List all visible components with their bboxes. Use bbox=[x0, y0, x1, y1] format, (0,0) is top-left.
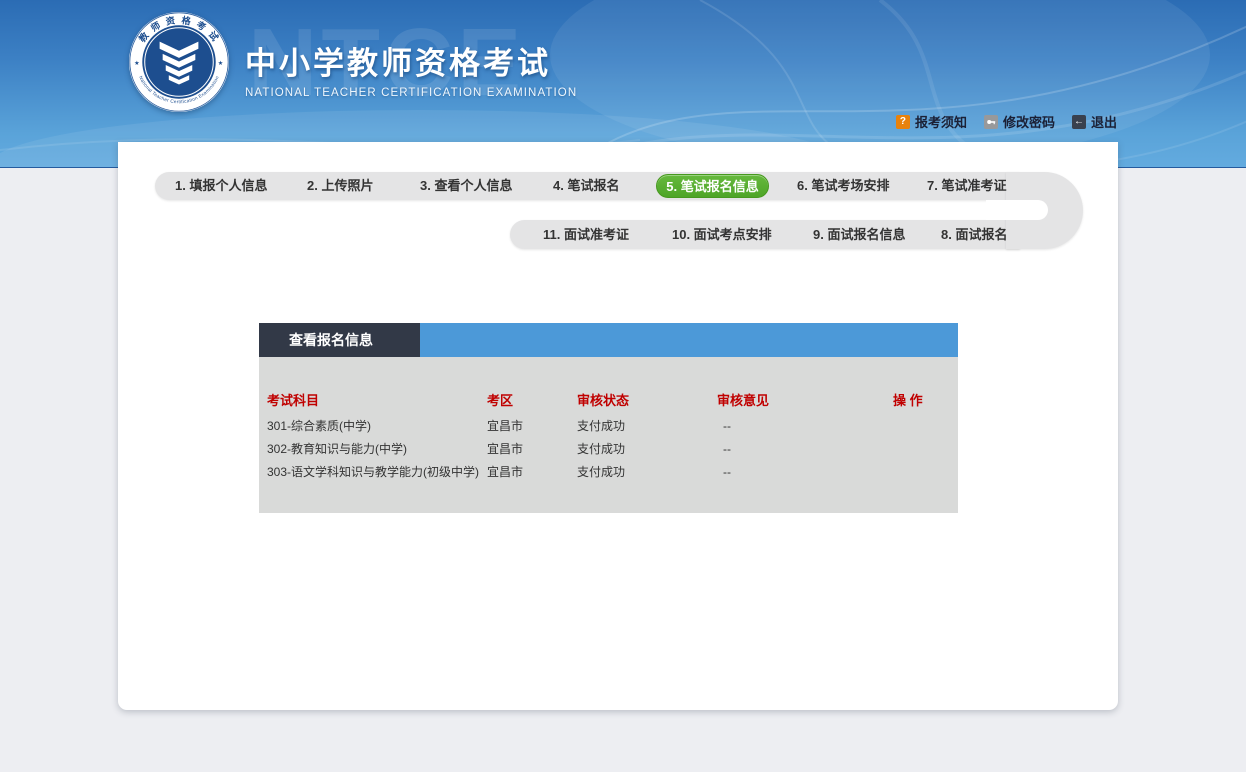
change-password-label: 修改密码 bbox=[1003, 112, 1055, 131]
svg-text:★: ★ bbox=[134, 60, 140, 67]
cell-status: 支付成功 bbox=[577, 461, 625, 484]
link-logout[interactable]: ← 退出 bbox=[1072, 112, 1117, 131]
table-header-row: 考试科目 考区 审核状态 审核意见 操 作 bbox=[259, 389, 958, 412]
cell-subject: 301-综合素质(中学) bbox=[267, 415, 371, 438]
cell-subject: 302-教育知识与能力(中学) bbox=[267, 438, 407, 461]
logout-label: 退出 bbox=[1091, 112, 1117, 131]
cell-opinion: -- bbox=[723, 438, 731, 461]
cell-area: 宜昌市 bbox=[487, 461, 523, 484]
col-header-subject: 考试科目 bbox=[267, 389, 319, 412]
key-icon bbox=[984, 115, 998, 129]
step-2-upload-photo[interactable]: 2. 上传照片 bbox=[307, 172, 373, 200]
table-row: 303-语文学科知识与教学能力(初级中学) 宜昌市 支付成功 -- bbox=[259, 461, 958, 484]
question-icon: ? bbox=[896, 115, 910, 129]
link-exam-notice[interactable]: ? 报考须知 bbox=[896, 112, 967, 131]
link-change-password[interactable]: 修改密码 bbox=[984, 112, 1055, 131]
ntce-logo: 教 师 资 格 考 试 National Teacher Certificati… bbox=[128, 11, 230, 113]
registration-info-panel: 考试科目 考区 审核状态 审核意见 操 作 301-综合素质(中学) 宜昌市 支… bbox=[259, 357, 958, 513]
step-3-view-personal-info[interactable]: 3. 查看个人信息 bbox=[420, 172, 512, 200]
title-block: 中小学教师资格考试 NATIONAL TEACHER CERTIFICATION… bbox=[245, 38, 577, 99]
step-nav: 1. 填报个人信息 2. 上传照片 3. 查看个人信息 4. 笔试报名 5. 笔… bbox=[118, 142, 1118, 262]
col-header-opinion: 审核意见 bbox=[717, 389, 769, 412]
step-11-interview-admission-ticket[interactable]: 11. 面试准考证 bbox=[543, 220, 629, 249]
col-header-status: 审核状态 bbox=[577, 389, 629, 412]
main-card: 1. 填报个人信息 2. 上传照片 3. 查看个人信息 4. 笔试报名 5. 笔… bbox=[118, 142, 1118, 710]
col-header-action: 操 作 bbox=[893, 389, 923, 412]
step-4-written-exam-register[interactable]: 4. 笔试报名 bbox=[553, 172, 619, 200]
step-6-written-exam-room[interactable]: 6. 笔试考场安排 bbox=[797, 172, 889, 200]
col-header-area: 考区 bbox=[487, 389, 513, 412]
logout-icon: ← bbox=[1072, 115, 1086, 129]
table-row: 301-综合素质(中学) 宜昌市 支付成功 -- bbox=[259, 415, 958, 438]
step-8-interview-register[interactable]: 8. 面试报名 bbox=[941, 220, 1007, 249]
page-subtitle: NATIONAL TEACHER CERTIFICATION EXAMINATI… bbox=[245, 87, 577, 99]
step-1-fill-personal-info[interactable]: 1. 填报个人信息 bbox=[175, 172, 267, 200]
cell-status: 支付成功 bbox=[577, 438, 625, 461]
section-tab-title: 查看报名信息 bbox=[259, 323, 420, 357]
svg-text:★: ★ bbox=[218, 60, 224, 67]
cell-status: 支付成功 bbox=[577, 415, 625, 438]
cell-opinion: -- bbox=[723, 461, 731, 484]
cell-subject: 303-语文学科知识与教学能力(初级中学) bbox=[267, 461, 479, 484]
page-title: 中小学教师资格考试 bbox=[245, 38, 577, 83]
top-links: ? 报考须知 修改密码 ← 退出 bbox=[896, 112, 1117, 131]
step-7-written-exam-admission-ticket[interactable]: 7. 笔试准考证 bbox=[927, 172, 1006, 200]
table-row: 302-教育知识与能力(中学) 宜昌市 支付成功 -- bbox=[259, 438, 958, 461]
step-bar-connector-gap bbox=[986, 200, 1048, 220]
cell-area: 宜昌市 bbox=[487, 438, 523, 461]
section-header-bar: 查看报名信息 bbox=[259, 323, 958, 357]
cell-opinion: -- bbox=[723, 415, 731, 438]
exam-notice-label: 报考须知 bbox=[915, 112, 967, 131]
step-10-interview-site[interactable]: 10. 面试考点安排 bbox=[672, 220, 772, 249]
cell-area: 宜昌市 bbox=[487, 415, 523, 438]
step-9-interview-registration-info[interactable]: 9. 面试报名信息 bbox=[813, 220, 905, 249]
step-5-written-exam-registration-info[interactable]: 5. 笔试报名信息 bbox=[656, 174, 769, 198]
